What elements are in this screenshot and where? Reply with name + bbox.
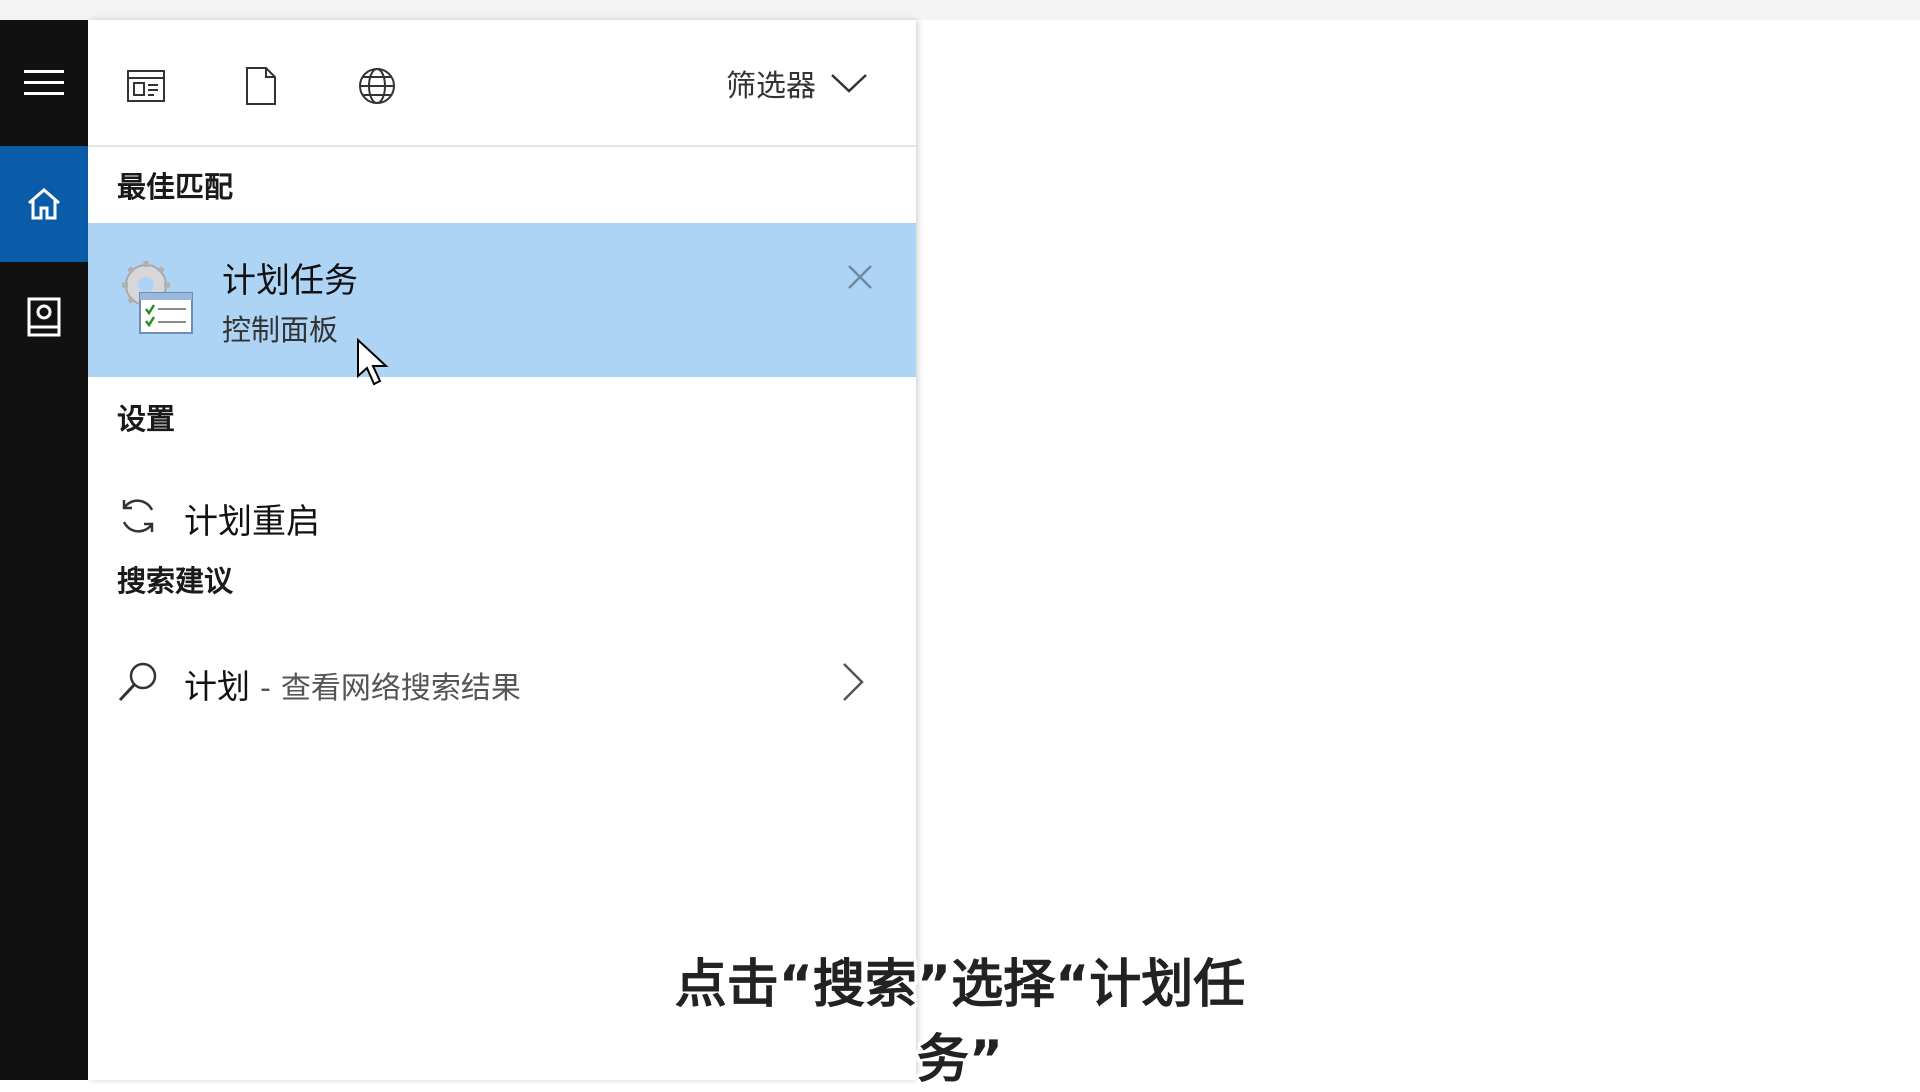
chevron-right-icon[interactable]: [836, 660, 868, 704]
suggestion-separator: -: [260, 671, 271, 706]
chevron-down-icon: [831, 74, 867, 93]
filter-dropdown[interactable]: 筛选器: [726, 58, 868, 108]
sidebar-rail: [0, 20, 88, 1080]
apps-icon: [127, 70, 165, 102]
video-caption: 点击“搜索”选择“计划任务”: [674, 955, 1246, 1090]
best-match-subtitle: 控制面板: [222, 313, 339, 347]
best-match-title: 计划任务: [222, 261, 358, 301]
apps-scope-button[interactable]: [124, 64, 168, 108]
documents-scope-button[interactable]: [239, 64, 283, 108]
mouse-cursor-icon: [357, 338, 389, 386]
hamburger-menu-button[interactable]: [0, 20, 88, 146]
suggestion-term: 计划: [184, 667, 250, 706]
best-match-result[interactable]: 计划任务 控制面板: [88, 223, 916, 377]
task-scheduler-icon: [122, 261, 193, 334]
search-suggestions-heading: 搜索建议: [117, 564, 234, 598]
search-icon: [118, 662, 157, 702]
restart-sync-icon: [122, 499, 154, 533]
web-search-suggestion[interactable]: 计划 - 查看网络搜索结果: [88, 644, 916, 718]
search-scope-toolbar: 筛选器: [88, 20, 916, 147]
hamburger-menu-icon: [24, 70, 64, 95]
settings-result-label: 计划重启: [184, 502, 320, 542]
search-results-panel: 筛选器 最佳匹配 计划任务 控制面板 设置 计划重启 搜索建议 计划 - 查看网…: [88, 20, 916, 1080]
documents-icon: [246, 67, 276, 105]
notebook-button[interactable]: [0, 262, 88, 372]
web-globe-icon: [359, 68, 395, 104]
top-strip: [0, 0, 1920, 20]
settings-heading: 设置: [117, 402, 176, 436]
home-button[interactable]: [0, 146, 88, 262]
notebook-icon: [27, 297, 61, 337]
suggestion-hint: 查看网络搜索结果: [280, 671, 521, 706]
best-match-heading: 最佳匹配: [117, 170, 234, 204]
settings-result-scheduled-restart[interactable]: 计划重启: [88, 480, 916, 554]
suggestion-label: 计划 - 查看网络搜索结果: [184, 660, 521, 708]
close-result-button[interactable]: [844, 261, 876, 293]
web-scope-button[interactable]: [355, 64, 399, 108]
home-icon: [28, 188, 60, 220]
filter-label: 筛选器: [726, 69, 816, 104]
close-icon: [848, 265, 872, 289]
